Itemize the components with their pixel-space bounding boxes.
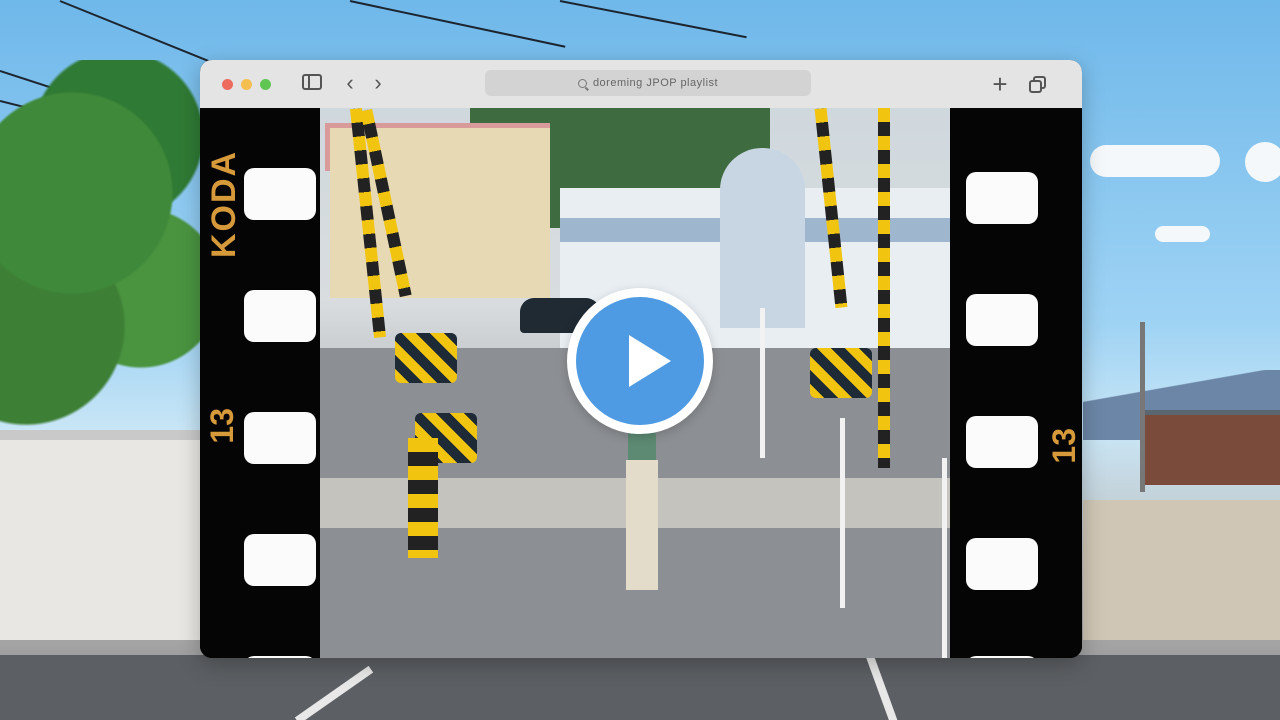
sprocket-hole [966, 538, 1038, 590]
road [0, 655, 1280, 720]
wall [0, 440, 205, 640]
sprocket-hole [244, 290, 316, 342]
sprocket-hole [966, 294, 1038, 346]
search-icon [577, 78, 587, 88]
film-strip-right: 13 [950, 108, 1082, 658]
chevron-right-icon[interactable]: › [368, 72, 388, 94]
sprocket-hole [966, 656, 1038, 658]
film-brand: KODA [205, 149, 243, 258]
chevron-left-icon[interactable]: ‹ [340, 72, 360, 94]
sprocket-hole [966, 416, 1038, 468]
sprocket-hole [244, 656, 316, 658]
zoom-dot-icon[interactable] [260, 79, 271, 90]
cloud [1245, 142, 1280, 182]
person [620, 428, 664, 598]
trees [0, 60, 210, 440]
sprocket-hole [244, 534, 316, 586]
power-line [59, 0, 209, 62]
sprocket-hole [966, 172, 1038, 224]
utility-pole [1140, 322, 1145, 492]
cloud [1090, 145, 1220, 177]
power-line [349, 0, 566, 48]
title-bar: ‹ › doreming JPOP playlist + [200, 60, 1082, 109]
sprocket-hole [244, 412, 316, 464]
address-bar[interactable]: doreming JPOP playlist [485, 70, 811, 96]
plus-icon[interactable]: + [990, 71, 1010, 97]
sidebar-icon[interactable] [302, 74, 322, 90]
cloud [1155, 226, 1210, 242]
film-strip-left: KODA 13 [200, 108, 320, 658]
address-text: doreming JPOP playlist [592, 77, 719, 89]
play-icon [629, 335, 671, 387]
film-frame-number: 13 [204, 408, 240, 444]
sprocket-hole [244, 168, 316, 220]
film-frame-number: 13 [1046, 428, 1082, 464]
play-button[interactable] [567, 288, 713, 434]
minimize-dot-icon[interactable] [241, 79, 252, 90]
house [1145, 415, 1280, 485]
play-button-circle [576, 297, 704, 425]
close-dot-icon[interactable] [222, 79, 233, 90]
tabs-overview-icon[interactable] [1029, 76, 1047, 94]
power-line [559, 0, 747, 39]
field [1083, 500, 1280, 640]
